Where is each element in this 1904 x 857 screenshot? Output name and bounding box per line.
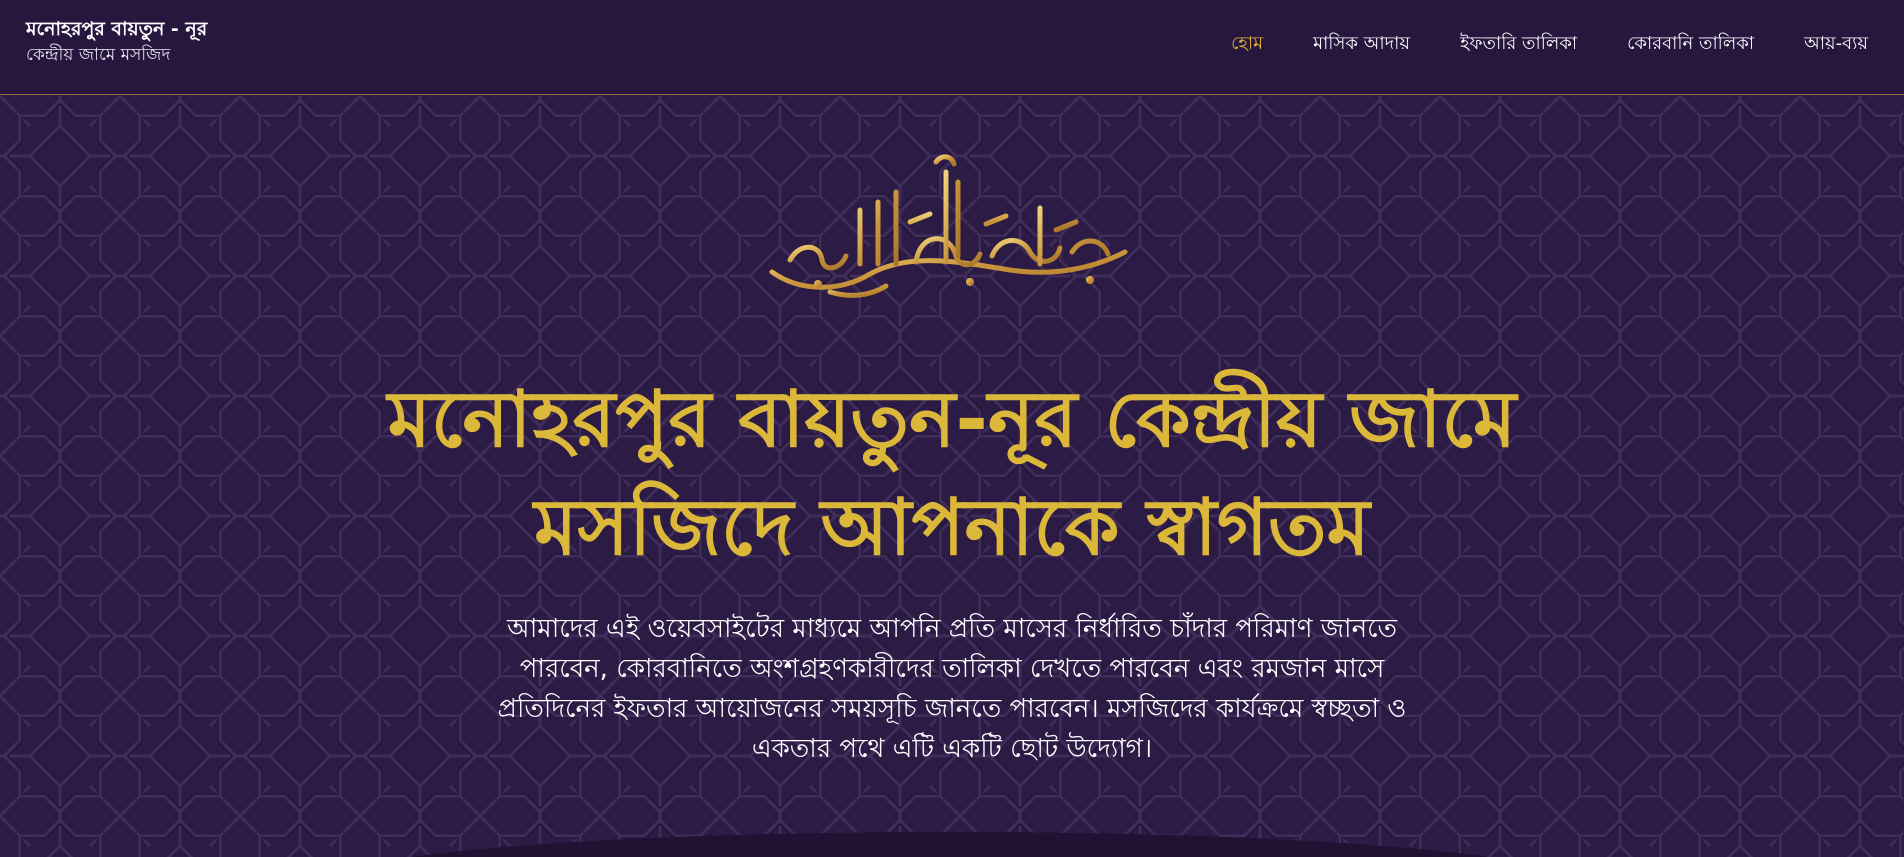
nav-link-income-expense[interactable]: আয়-ব্যয় xyxy=(1804,30,1868,58)
nav-link-home[interactable]: হোম xyxy=(1231,30,1263,58)
brand-title: মনোহরপুর বায়তুন - নূর xyxy=(26,18,208,40)
section-divider-curve xyxy=(411,832,1489,857)
nav-menu: হোম মাসিক আদায় ইফতারি তালিকা কোরবানি তা… xyxy=(1231,30,1868,58)
bismillah-calligraphy xyxy=(769,154,1128,298)
brand[interactable]: মনোহরপুর বায়তুন - নূর কেন্দ্রীয় জামে ম… xyxy=(26,16,207,68)
nav-link-iftar-list[interactable]: ইফতারি তালিকা xyxy=(1460,30,1577,58)
nav-link-qurbani-list[interactable]: কোরবানি তালিকা xyxy=(1627,30,1754,58)
nav-link-monthly-collection[interactable]: মাসিক আদায় xyxy=(1313,30,1410,58)
navbar: মনোহরপুর বায়তুন - নূর কেন্দ্রীয় জামে ম… xyxy=(0,0,1904,95)
hero-section: মনোহরপুর বায়তুন-নূর কেন্দ্রীয় জামে মসজ… xyxy=(0,96,1904,857)
hero-description: আমাদের এই ওয়েবসাইটের মাধ্যমে আপনি প্রতি… xyxy=(497,614,1407,764)
hero-title: মনোহরপুর বায়তুন-নূর কেন্দ্রীয় জামে মসজ… xyxy=(387,375,1517,573)
brand-subtitle: কেন্দ্রীয় জামে মসজিদ xyxy=(26,45,171,65)
